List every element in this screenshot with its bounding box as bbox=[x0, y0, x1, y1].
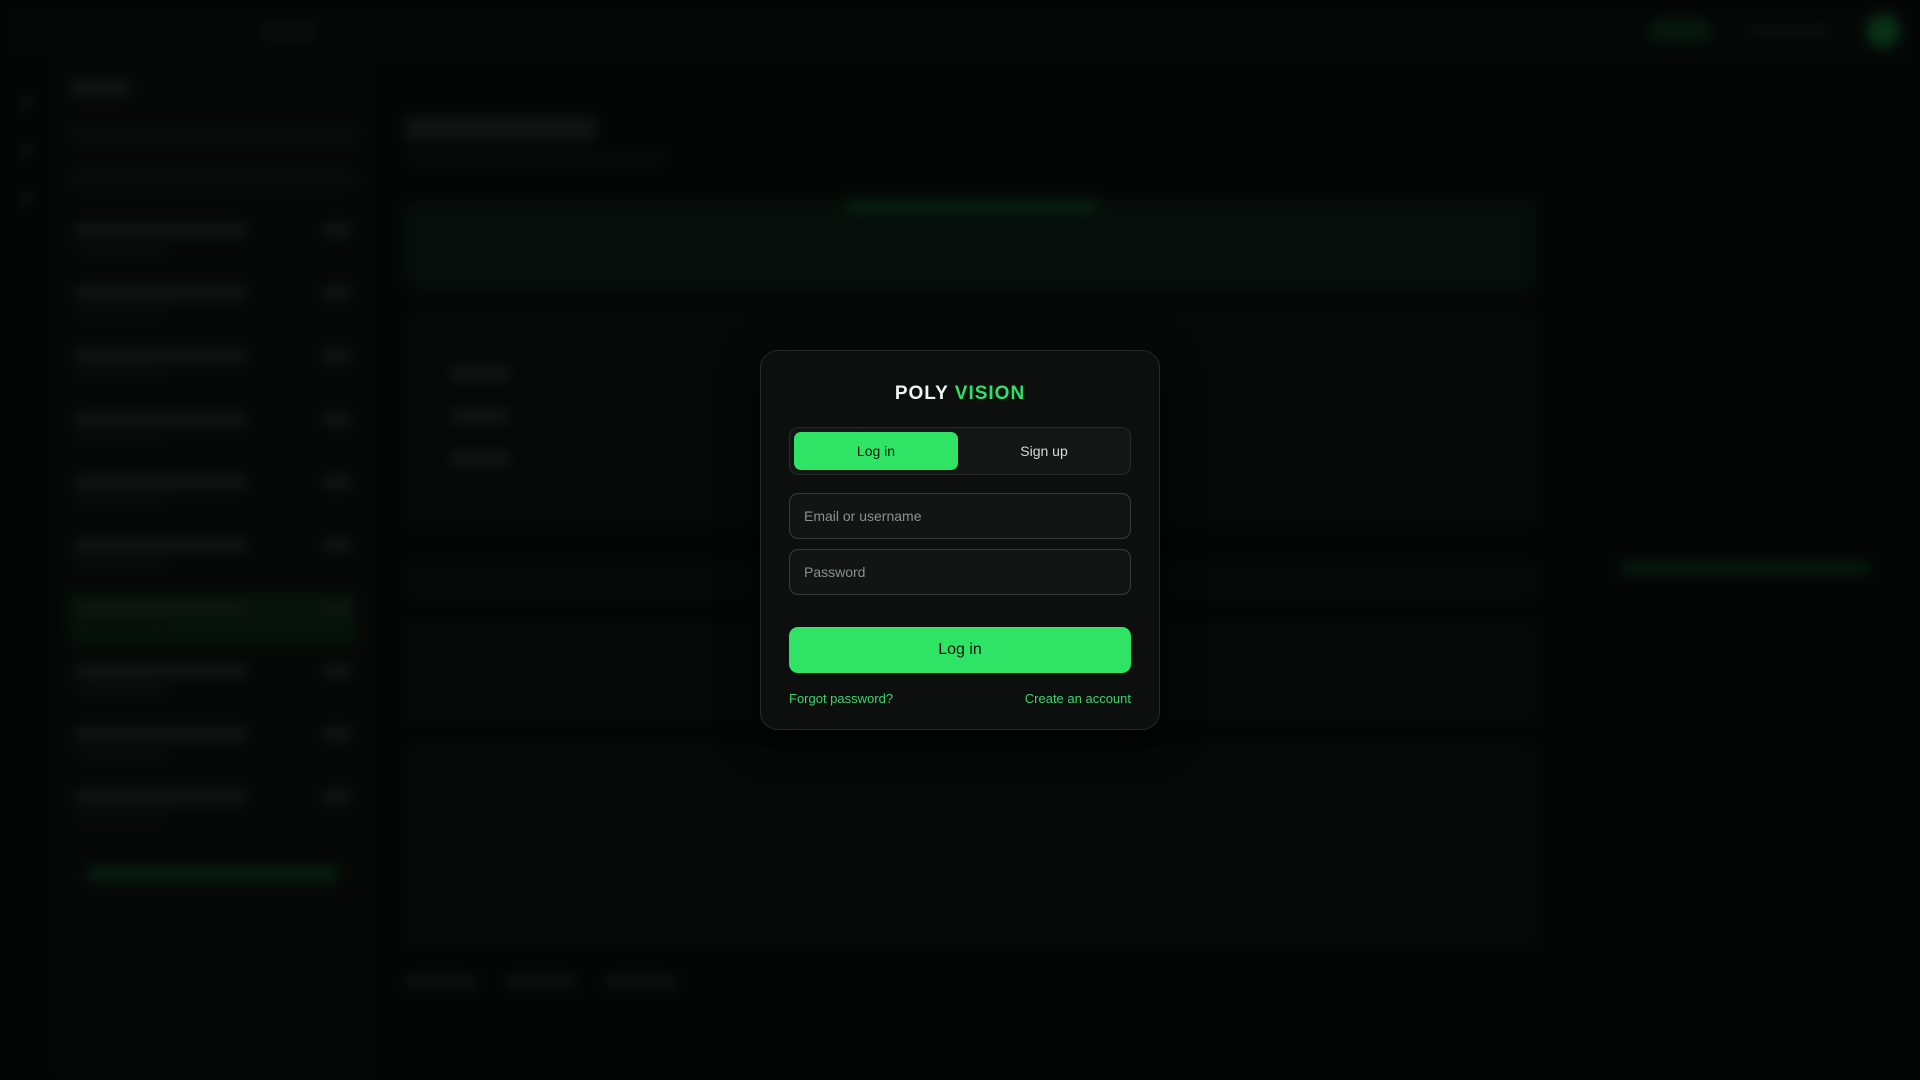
brand-name-part1: POLY bbox=[894, 383, 949, 404]
brand-name-part2: VISION bbox=[954, 383, 1026, 404]
login-modal: POLY VISION Log in Sign up Log in Forgot… bbox=[760, 350, 1160, 730]
email-or-username-input[interactable] bbox=[789, 493, 1131, 539]
auth-links: Forgot password? Create an account bbox=[789, 691, 1131, 706]
log-in-button[interactable]: Log in bbox=[789, 627, 1131, 673]
create-account-link[interactable]: Create an account bbox=[1025, 691, 1131, 706]
auth-tabs: Log in Sign up bbox=[789, 427, 1131, 475]
brand-logo: POLY VISION bbox=[789, 383, 1131, 405]
tab-sign-up[interactable]: Sign up bbox=[962, 432, 1126, 470]
password-input[interactable] bbox=[789, 549, 1131, 595]
tab-log-in[interactable]: Log in bbox=[794, 432, 958, 470]
forgot-password-link[interactable]: Forgot password? bbox=[789, 691, 893, 706]
